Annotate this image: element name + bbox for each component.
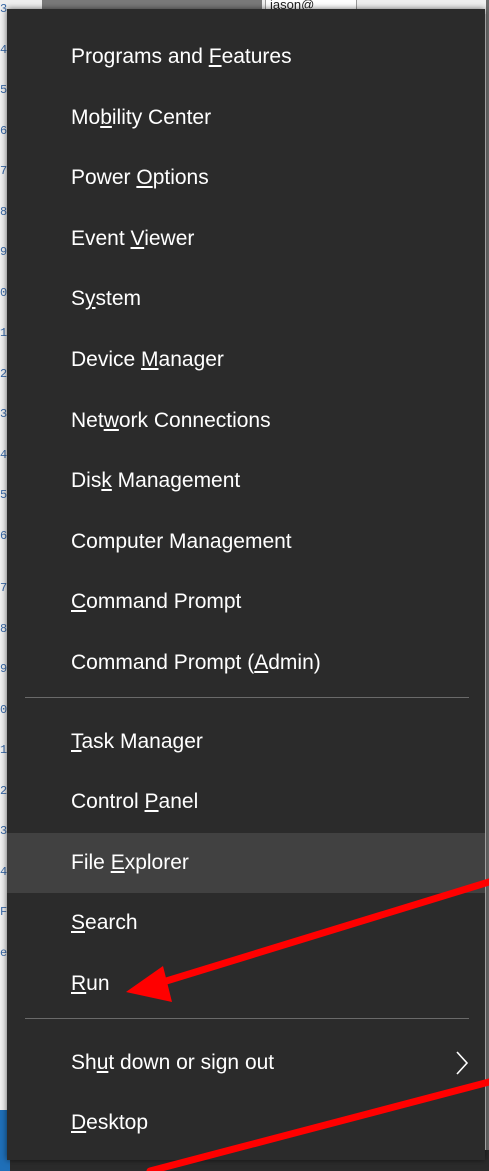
menu-item-label: Search xyxy=(71,911,138,935)
accelerator-key: F xyxy=(208,45,222,68)
menu-item-label: Programs and Features xyxy=(71,45,292,68)
menu-item-desktop[interactable]: Desktop xyxy=(7,1093,485,1153)
menu-item-label: Shut down or sign out xyxy=(71,1050,275,1074)
accelerator-key: E xyxy=(110,850,125,874)
menu-item-label: Network Connections xyxy=(71,408,271,432)
menu-item-label: Power Options xyxy=(71,166,209,190)
menu-item-mobility-center[interactable]: Mobility Center xyxy=(7,88,485,148)
accelerator-key: S xyxy=(71,911,86,935)
menu-item-run[interactable]: Run xyxy=(7,954,485,1014)
menu-item-label: Task Manager xyxy=(71,729,203,753)
power-user-menu: Programs and Features Mobility Center Powe… xyxy=(7,9,485,1160)
menu-item-label: Disk Management xyxy=(71,469,241,493)
menu-item-label: Control Panel xyxy=(71,790,199,814)
accelerator-key: y xyxy=(85,287,96,311)
accelerator-key: C xyxy=(71,590,87,614)
accelerator-key: V xyxy=(130,226,145,250)
menu-item-command-prompt-admin[interactable]: Command Prompt (Admin) xyxy=(7,633,485,693)
menu-item-system[interactable]: System xyxy=(7,269,485,329)
accelerator-key: b xyxy=(100,105,112,129)
accelerator-key: A xyxy=(254,651,269,674)
menu-item-label: Mobility Center xyxy=(71,105,212,129)
screenshot-stage: 3456789012345678901234Fe jason@ Programs… xyxy=(0,0,489,1171)
menu-item-file-explorer[interactable]: File Explorer xyxy=(7,832,485,893)
accelerator-key: M xyxy=(141,348,159,371)
menu-item-label: File Explorer xyxy=(71,850,189,874)
menu-separator xyxy=(25,1017,469,1019)
accelerator-key: g xyxy=(221,529,234,553)
menu-item-programs-and-features[interactable]: Programs and Features xyxy=(7,27,485,87)
menu-item-computer-management[interactable]: Computer Management xyxy=(7,512,485,572)
menu-item-label: Run xyxy=(71,972,110,995)
menu-separator xyxy=(25,696,469,698)
menu-item-label: Event Viewer xyxy=(71,226,195,250)
accelerator-key: T xyxy=(71,729,82,753)
menu-item-event-viewer[interactable]: Event Viewer xyxy=(7,209,485,269)
accelerator-key: O xyxy=(136,166,153,190)
menu-item-label: Command Prompt xyxy=(71,590,242,614)
menu-item-task-manager[interactable]: Task Manager xyxy=(7,712,485,772)
menu-item-label: Computer Management xyxy=(71,529,292,553)
accelerator-key: w xyxy=(103,408,119,432)
menu-item-label: Device Manager xyxy=(71,348,224,371)
accelerator-key: P xyxy=(144,790,159,814)
menu-item-command-prompt[interactable]: Command Prompt xyxy=(7,572,485,632)
menu-item-device-manager[interactable]: Device Manager xyxy=(7,330,485,390)
menu-item-shut-down-or-sign-out[interactable]: Shut down or sign out xyxy=(7,1033,485,1093)
menu-item-network-connections[interactable]: Network Connections xyxy=(7,391,485,451)
accelerator-key: R xyxy=(71,972,87,995)
menu-item-search[interactable]: Search xyxy=(7,893,485,953)
accelerator-key: D xyxy=(71,1111,87,1135)
menu-item-power-options[interactable]: Power Options xyxy=(7,148,485,208)
menu-item-control-panel[interactable]: Control Panel xyxy=(7,772,485,832)
menu-item-label: System xyxy=(71,287,142,311)
menu-item-disk-management[interactable]: Disk Management xyxy=(7,451,485,511)
menu-item-label: Command Prompt (Admin) xyxy=(71,651,321,674)
accelerator-key: k xyxy=(101,469,112,493)
accelerator-key: u xyxy=(96,1050,109,1074)
chevron-right-icon xyxy=(456,1051,469,1075)
menu-item-label: Desktop xyxy=(71,1111,149,1135)
